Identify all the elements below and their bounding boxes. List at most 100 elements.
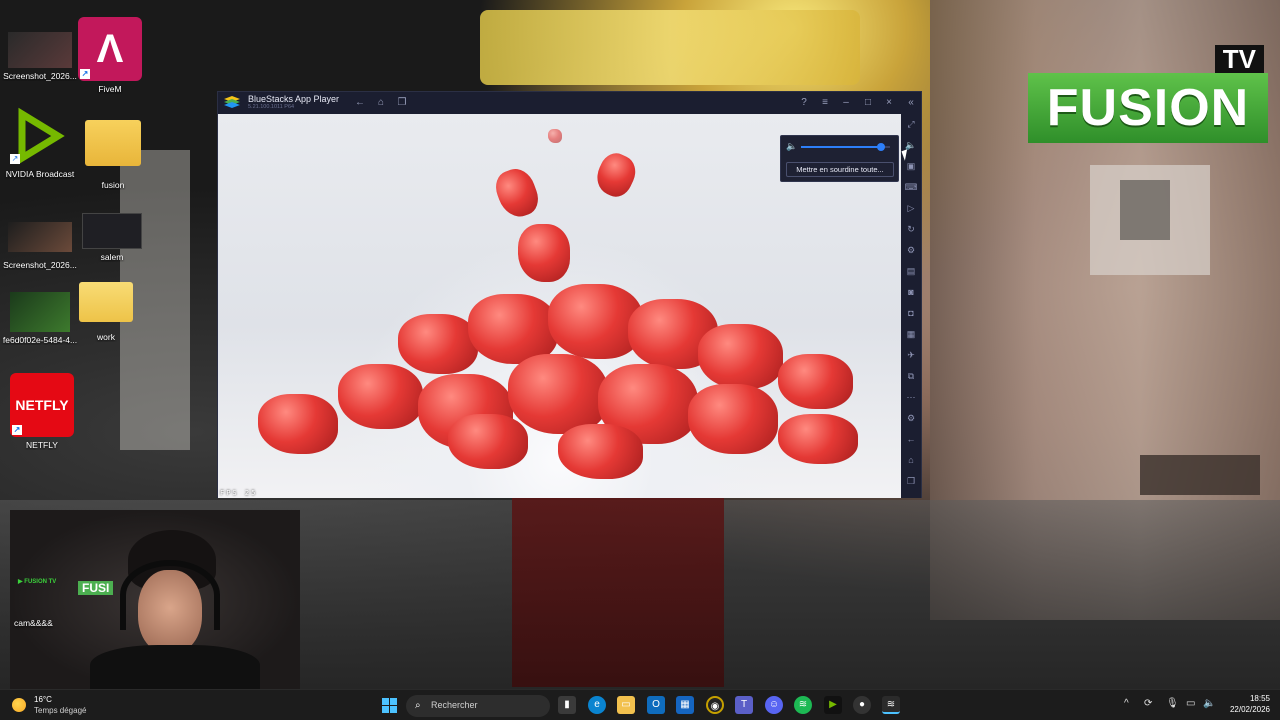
desktop-icon-work-folder[interactable]: work bbox=[66, 282, 146, 342]
back-arrow-icon[interactable]: ← bbox=[353, 96, 367, 110]
strawberry-piece bbox=[448, 414, 528, 469]
search-icon: ⌕ bbox=[415, 700, 421, 711]
netfly-logo-text: NETFLY bbox=[15, 397, 69, 413]
desktop-icon-netfly[interactable]: NETFLY ↗ NETFLY bbox=[2, 373, 82, 450]
desktop-icon-label: fusion bbox=[101, 180, 125, 190]
bluestacks-sidebar: ⤢ 🔈 ▣ ⌨ ▷ ↻ ⚙ ▤ ◙ ◘ ▦ ✈ ⧉ ⋯ ⚙ ← ⌂ ❐ bbox=[901, 114, 921, 498]
bluestacks-taskbar-icon[interactable]: ≋ bbox=[882, 696, 900, 714]
strawberry-piece bbox=[558, 424, 643, 479]
volume-slider-handle[interactable] bbox=[877, 143, 886, 151]
apk-install-icon[interactable]: ▤ bbox=[904, 264, 918, 278]
speaker-icon[interactable]: 🔈 bbox=[786, 141, 797, 152]
chevron-up-icon[interactable]: ^ bbox=[1124, 698, 1129, 709]
store-icon[interactable]: ▦ bbox=[676, 696, 694, 714]
mute-all-button[interactable]: Mettre en sourdine toute... bbox=[786, 162, 894, 177]
fivem-icon: Λ ↗ bbox=[78, 17, 142, 81]
shortcut-arrow-icon: ↗ bbox=[80, 69, 90, 79]
fullscreen-icon[interactable]: ⤢ bbox=[904, 117, 918, 131]
strawberry-piece bbox=[590, 148, 642, 202]
sync-icon[interactable]: ⟳ bbox=[1144, 698, 1152, 709]
weather-temperature[interactable]: 16°C bbox=[34, 695, 52, 704]
media-manager-icon[interactable]: ▣ bbox=[904, 159, 918, 173]
network-icon[interactable]: ▭ bbox=[1186, 698, 1195, 709]
microphone-icon[interactable]: 🎙 bbox=[1166, 698, 1179, 709]
webcam-brand-text: FUSION TV bbox=[24, 579, 57, 585]
volume-slider[interactable] bbox=[801, 143, 890, 151]
windows-logo-icon bbox=[390, 698, 397, 705]
edge-browser-icon[interactable]: e bbox=[588, 696, 606, 714]
webcam-feed bbox=[10, 510, 300, 695]
collapse-sidebar-icon[interactable]: « bbox=[904, 96, 918, 110]
recent-apps-icon[interactable]: ❐ bbox=[904, 474, 918, 488]
spotify-icon[interactable]: ≋ bbox=[794, 696, 812, 714]
desktop-icon-label: Screenshot_2026... bbox=[3, 71, 77, 81]
airplane-mode-icon[interactable]: ✈ bbox=[904, 348, 918, 362]
task-view-icon[interactable]: ▮ bbox=[558, 696, 576, 714]
desktop-icon-label: NETFLY bbox=[26, 440, 58, 450]
multi-instance-icon[interactable]: ⧉ bbox=[904, 369, 918, 383]
folder-icon bbox=[85, 120, 141, 166]
maximize-icon[interactable]: □ bbox=[861, 96, 875, 110]
folder-icon bbox=[79, 282, 133, 322]
clock-date[interactable]: 22/02/2026 bbox=[1222, 705, 1270, 714]
gallery-icon[interactable]: ▦ bbox=[904, 327, 918, 341]
windows-logo-icon bbox=[382, 706, 389, 713]
desktop-icon-salem[interactable]: salem bbox=[72, 213, 152, 262]
search-placeholder: Rechercher bbox=[431, 700, 478, 710]
nvidia-broadcast-taskbar-icon[interactable]: ▶ bbox=[824, 696, 842, 714]
strawberry-piece bbox=[688, 384, 778, 454]
xbox-game-icon[interactable]: ◉ bbox=[706, 696, 724, 714]
desktop-icon-screenshot-1[interactable]: Screenshot_2026... bbox=[0, 32, 80, 81]
tv-fusion-logo: TV FUSION bbox=[1028, 45, 1268, 143]
help-icon[interactable]: ? bbox=[797, 96, 811, 110]
video-thumbnail-icon bbox=[10, 292, 70, 332]
nvidia-broadcast-icon: ↗ bbox=[8, 106, 72, 166]
desktop-icon-label: Screenshot_2026... bbox=[3, 260, 77, 270]
play-icon[interactable]: ▷ bbox=[904, 201, 918, 215]
home-icon[interactable]: ⌂ bbox=[904, 453, 918, 467]
rotate-icon[interactable]: ↻ bbox=[904, 222, 918, 236]
settings-icon[interactable]: ⚙ bbox=[904, 411, 918, 425]
teams-icon[interactable]: T bbox=[735, 696, 753, 714]
window-title: BlueStacks App Player bbox=[248, 94, 340, 104]
minimize-icon[interactable]: – bbox=[839, 96, 853, 110]
recent-apps-icon[interactable]: ❐ bbox=[395, 96, 409, 110]
weather-sun-icon[interactable] bbox=[12, 698, 26, 712]
webcam-shirt bbox=[90, 645, 260, 695]
file-explorer-icon[interactable]: ▭ bbox=[617, 696, 635, 714]
more-options-icon[interactable]: ⋯ bbox=[904, 390, 918, 404]
menu-icon[interactable]: ≡ bbox=[818, 96, 832, 110]
volume-slider-fill bbox=[801, 146, 882, 148]
keyboard-controls-icon[interactable]: ⌨ bbox=[904, 180, 918, 194]
wallpaper-red-pole bbox=[512, 497, 724, 687]
windows-logo-icon bbox=[390, 706, 397, 713]
outlook-icon[interactable]: O bbox=[647, 696, 665, 714]
desktop-icon-nvidia-broadcast[interactable]: ↗ NVIDIA Broadcast bbox=[0, 106, 80, 179]
weather-description[interactable]: Temps dégagé bbox=[34, 706, 86, 715]
obs-icon[interactable]: ● bbox=[853, 696, 871, 714]
desktop-icon-fivem[interactable]: Λ ↗ FiveM bbox=[70, 17, 150, 94]
record-icon[interactable]: ◘ bbox=[904, 306, 918, 320]
bluestacks-titlebar[interactable]: BlueStacks App Player 5.21.100.1011 P64 … bbox=[218, 92, 921, 114]
wallpaper-window-pane bbox=[1120, 180, 1170, 240]
strawberry-piece bbox=[778, 414, 858, 464]
screenshot-icon[interactable]: ◙ bbox=[904, 285, 918, 299]
volume-tray-icon[interactable]: 🔈 bbox=[1203, 698, 1215, 709]
home-icon[interactable]: ⌂ bbox=[374, 96, 388, 110]
desktop-icon-label: NVIDIA Broadcast bbox=[5, 169, 75, 179]
strawberry-piece bbox=[518, 224, 570, 282]
close-icon[interactable]: × bbox=[882, 96, 896, 110]
start-button[interactable] bbox=[382, 698, 397, 713]
desktop-icon-fusion-folder[interactable]: fusion bbox=[73, 120, 153, 190]
screenshot-thumbnail-icon bbox=[8, 32, 72, 68]
desktop-icon-screenshot-2[interactable]: Screenshot_2026... bbox=[0, 222, 80, 270]
window-version: 5.21.100.1011 P64 bbox=[248, 104, 295, 110]
volume-popup: 🔈 Mettre en sourdine toute... bbox=[780, 135, 899, 182]
shake-icon[interactable]: ⚙ bbox=[904, 243, 918, 257]
discord-icon[interactable]: ☺ bbox=[765, 696, 783, 714]
taskbar-search[interactable]: ⌕ Rechercher bbox=[406, 695, 550, 717]
fps-counter: FPS 25 bbox=[220, 489, 257, 497]
back-arrow-icon[interactable]: ← bbox=[904, 432, 918, 446]
strawberry-piece bbox=[398, 314, 478, 374]
clock-time[interactable]: 18:55 bbox=[1222, 694, 1270, 703]
